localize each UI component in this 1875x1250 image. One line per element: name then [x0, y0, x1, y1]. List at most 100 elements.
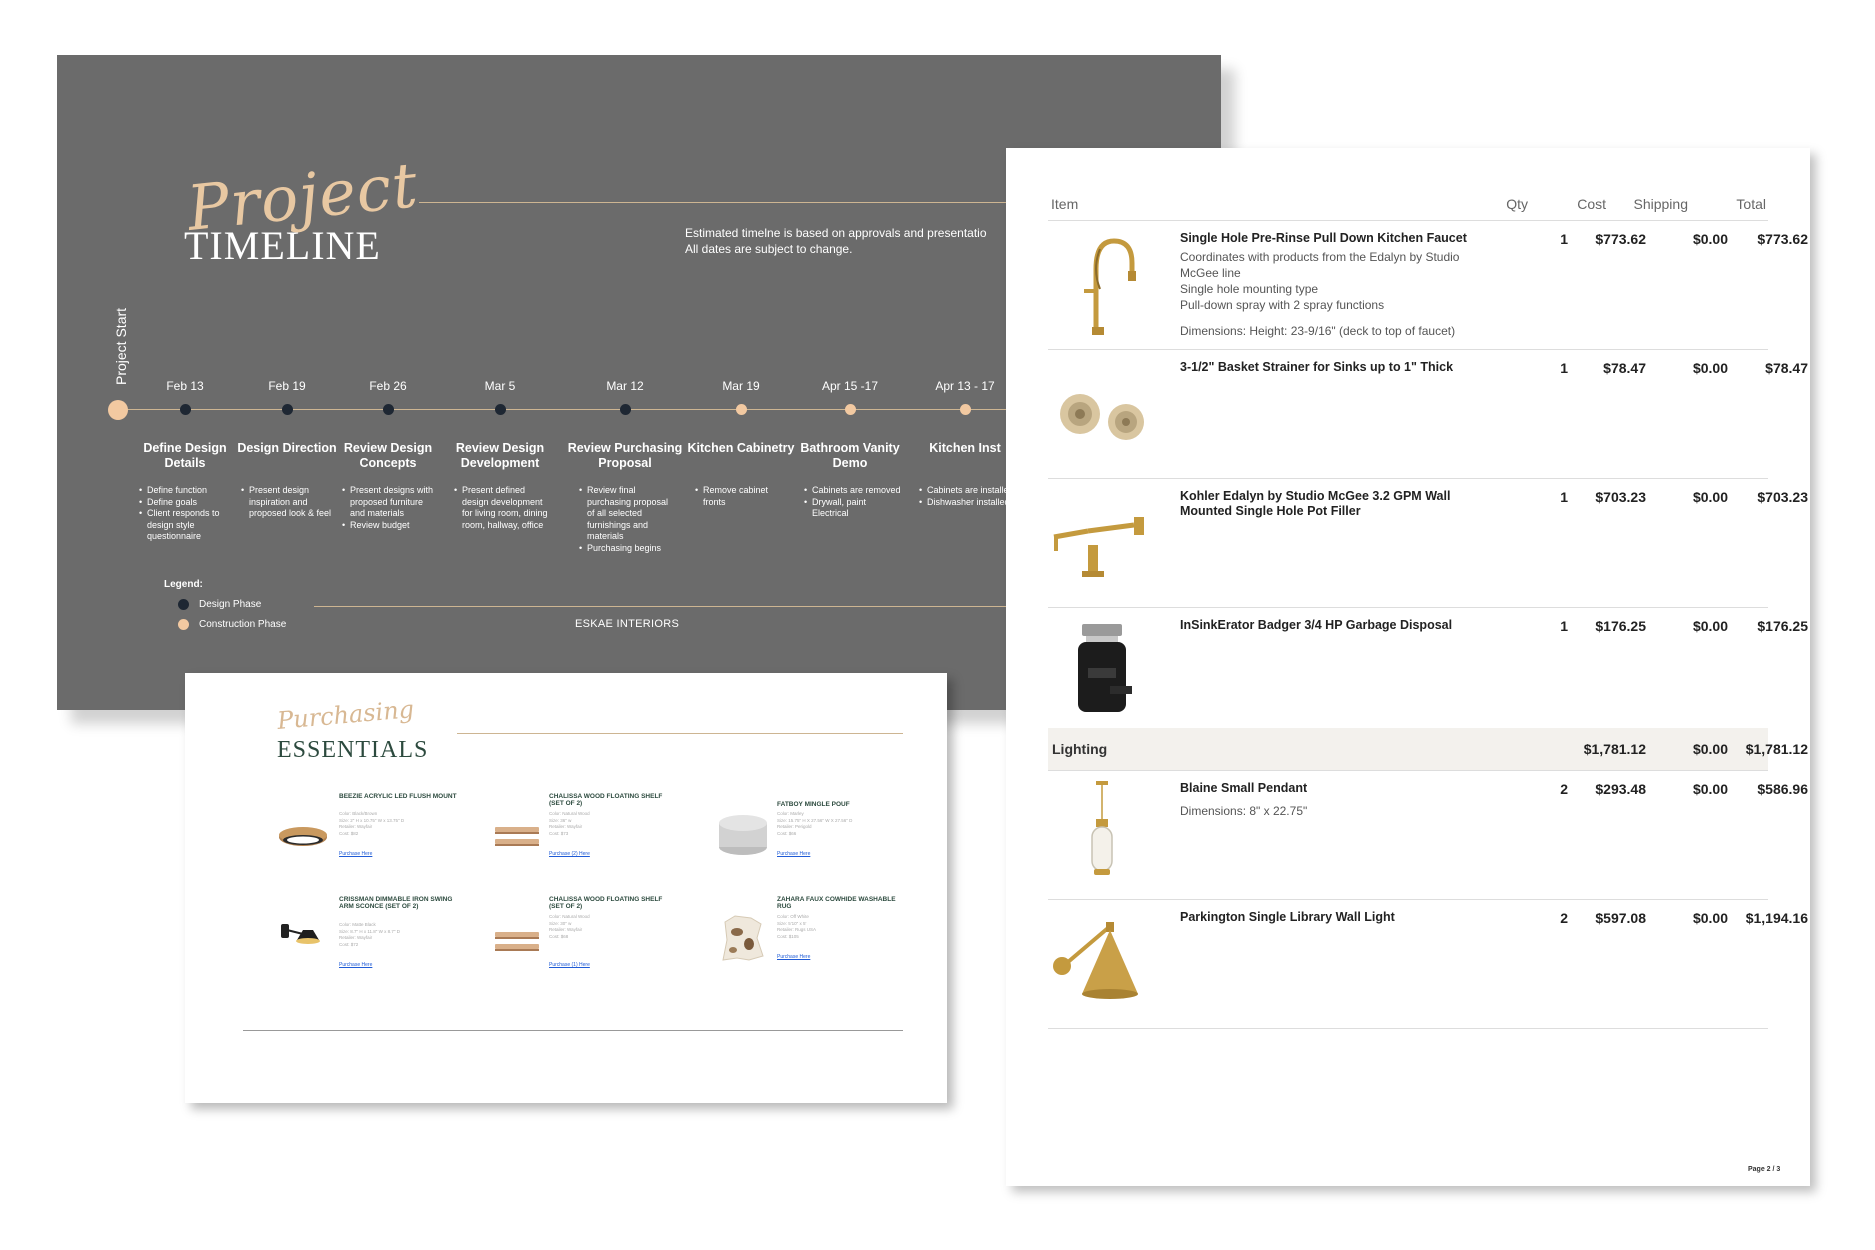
column-header-item: Item	[1051, 196, 1079, 212]
milestone-bullet: Cabinets are installed	[919, 485, 1017, 497]
column-header-qty: Qty	[1506, 196, 1528, 212]
section-shipping: $0.00	[1692, 741, 1728, 757]
section-cost: $1,781.12	[1583, 741, 1646, 757]
section-subtotal-row: Lighting $1,781.12 $0.00 $1,781.12	[1048, 728, 1808, 771]
product-card: CHALISSA WOOD FLOATING SHELF (SET OF 2) …	[489, 793, 689, 883]
column-header-shipping: Shipping	[1633, 196, 1689, 212]
line-item-row: Kohler Edalyn by Studio McGee 3.2 GPM Wa…	[1048, 479, 1808, 608]
milestone-bullet: Remove cabinet fronts	[695, 485, 793, 508]
product-card: ZAHARA FAUX COWHIDE WASHABLE RUG Color: …	[715, 896, 915, 986]
product-specs: Color: Natural Wood Size: 30" w Retailer…	[549, 914, 590, 939]
floating-shelf-icon	[495, 932, 539, 951]
construction-phase-swatch	[178, 619, 189, 630]
shipping-value: $0.00	[1692, 781, 1728, 797]
pouf-icon	[719, 815, 767, 855]
cost-value: $78.47	[1603, 360, 1646, 376]
milestone-dot	[735, 404, 747, 415]
milestone-bullets: Cabinets are removed Drywall, paint Elec…	[790, 485, 910, 520]
milestone-date: Mar 5	[484, 379, 516, 393]
line-item-name: 3-1/2" Basket Strainer for Sinks up to 1…	[1180, 360, 1454, 374]
milestone-date: Mar 19	[722, 379, 760, 393]
milestone-bullets: Present designs with proposed furniture …	[328, 485, 448, 531]
line-item-dimensions: Dimensions: Height: 23-9/16" (deck to to…	[1180, 324, 1456, 338]
cost-value: $293.48	[1595, 781, 1646, 797]
garbage-disposal-icon	[1078, 624, 1132, 712]
purchase-link[interactable]: Purchase Here	[777, 954, 810, 960]
milestone-bullet: Drywall, paint Electrical	[804, 497, 902, 520]
product-card: CHALISSA WOOD FLOATING SHELF (SET OF 2) …	[489, 896, 689, 986]
purchase-link[interactable]: Purchase (1) Here	[549, 962, 590, 968]
product-name: BEEZIE ACRYLIC LED FLUSH MOUNT	[339, 793, 457, 800]
section-label: Lighting	[1052, 741, 1108, 757]
product-name: CHALISSA WOOD FLOATING SHELF (SET OF 2)	[549, 793, 663, 807]
milestone-bullet: Present design inspiration and proposed …	[241, 485, 339, 520]
qty-value: 1	[1560, 231, 1568, 247]
purchasing-title-rule	[457, 733, 903, 734]
pendant-light-icon	[1091, 781, 1113, 875]
line-item-row: Blaine Small Pendant Dimensions: 8" x 22…	[1048, 771, 1808, 900]
milestone-bullets: Present defined design development for l…	[440, 485, 560, 531]
milestone: Apr 15 -17 Bathroom Vanity Demo Cabinets…	[790, 377, 910, 520]
page-number: Page 2 / 3	[1748, 1166, 1781, 1173]
milestone-title: Kitchen Cabinetry	[687, 441, 795, 455]
milestone-dot	[959, 404, 971, 415]
total-value: $78.47	[1765, 360, 1808, 376]
legend-label: Construction Phase	[199, 619, 287, 630]
total-value: $176.25	[1757, 618, 1808, 634]
milestone-dot	[844, 404, 856, 415]
product-name: CHALISSA WOOD FLOATING SHELF (SET OF 2)	[549, 896, 663, 910]
product-name: FATBOY MINGLE POUF	[777, 801, 850, 808]
product-name: ZAHARA FAUX COWHIDE WASHABLE RUG	[777, 896, 896, 910]
milestone-bullets: Review final purchasing proposal of all …	[565, 485, 685, 554]
line-item-row: InSinkErator Badger 3/4 HP Garbage Dispo…	[1048, 608, 1808, 737]
flush-mount-light-icon	[279, 827, 327, 846]
library-wall-light-icon	[1053, 922, 1138, 999]
purchase-link[interactable]: Purchase Here	[339, 851, 372, 857]
milestone-title: Bathroom Vanity Demo	[800, 441, 900, 470]
milestone-bullet: Review final purchasing proposal of all …	[579, 485, 677, 543]
line-item-name: Parkington Single Library Wall Light	[1180, 910, 1395, 924]
milestone-bullet: Purchasing begins	[579, 543, 677, 555]
qty-value: 1	[1560, 489, 1568, 505]
design-phase-swatch	[178, 599, 189, 610]
milestone-dot	[281, 404, 293, 415]
qty-value: 2	[1560, 910, 1568, 926]
milestone-title: Review Purchasing Proposal	[567, 441, 683, 470]
legend-item-design: Design Phase	[178, 599, 261, 610]
milestone-dot	[494, 404, 506, 415]
milestone-title: Review Design Development	[455, 441, 545, 470]
shipping-value: $0.00	[1692, 360, 1728, 376]
timeline-note: Estimated timelne is based on approvals …	[685, 226, 987, 256]
purchase-link[interactable]: Purchase Here	[777, 851, 810, 857]
total-value: $586.96	[1757, 781, 1808, 797]
legend-label: Design Phase	[199, 599, 262, 610]
legend-item-construction: Construction Phase	[178, 619, 286, 630]
product-specs: Color: Marley Size: 15.75" H X 27.56" W …	[777, 811, 853, 836]
purchase-link[interactable]: Purchase (2) Here	[549, 851, 590, 857]
milestone-bullet: Present designs with proposed furniture …	[342, 485, 440, 520]
total-value: $1,194.16	[1745, 910, 1808, 926]
timeline-title-caps: TIMELINE	[184, 223, 381, 268]
qty-value: 2	[1560, 781, 1568, 797]
product-card: FATBOY MINGLE POUF Color: Marley Size: 1…	[715, 793, 915, 883]
product-card: BEEZIE ACRYLIC LED FLUSH MOUNT Color: Bl…	[275, 793, 475, 883]
milestone-bullet: Client responds to design style question…	[139, 508, 237, 543]
milestone-bullets: Remove cabinet fronts	[681, 485, 801, 508]
qty-value: 1	[1560, 360, 1568, 376]
product-specs: Color: Off White Size: 5'10" x 5' Retail…	[777, 914, 817, 939]
shipping-value: $0.00	[1692, 910, 1728, 926]
legend-title: Legend:	[164, 579, 203, 590]
purchase-link[interactable]: Purchase Here	[339, 962, 372, 968]
milestone-dot	[179, 404, 191, 415]
shipping-value: $0.00	[1692, 231, 1728, 247]
milestone: Mar 12 Review Purchasing Proposal Review…	[565, 377, 685, 554]
company-footer: ESKAE INTERIORS	[575, 618, 680, 630]
total-value: $703.23	[1757, 489, 1808, 505]
milestone-dot	[619, 404, 631, 415]
product-name: CRISSMAN DIMMABLE IRON SWING ARM SCONCE …	[339, 896, 453, 910]
line-item-name: InSinkErator Badger 3/4 HP Garbage Dispo…	[1180, 618, 1453, 632]
milestone-title: Review Design Concepts	[343, 441, 433, 470]
purchasing-title-script: Purchasing	[276, 695, 416, 735]
cost-value: $597.08	[1595, 910, 1646, 926]
section-total: $1,781.12	[1745, 741, 1808, 757]
